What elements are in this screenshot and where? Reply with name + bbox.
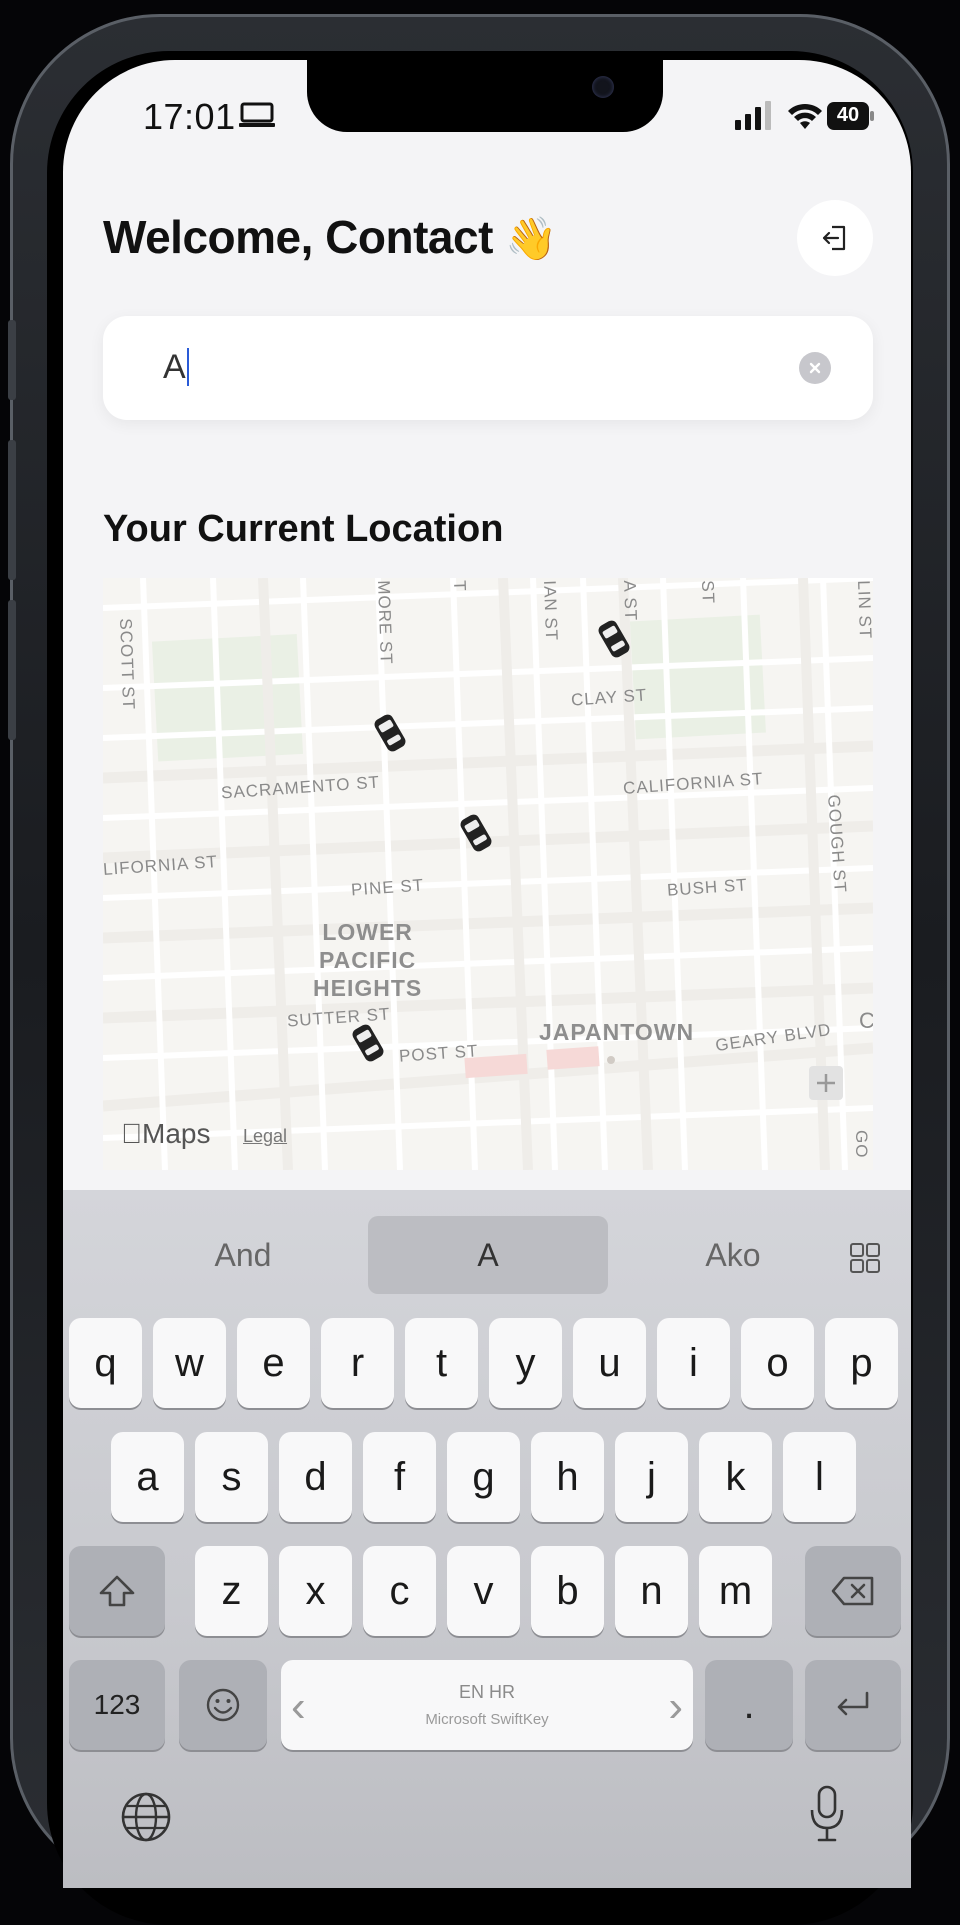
space-bar[interactable]: ‹ EN HR Microsoft SwiftKey › (281, 1660, 693, 1750)
location-map[interactable]: SCOTT ST MORE ST T IAN ST A ST ST LIN ST… (103, 578, 873, 1170)
street-label: A ST (620, 580, 641, 622)
key-h[interactable]: h (531, 1432, 604, 1522)
emoji-key[interactable] (179, 1660, 267, 1750)
key-e[interactable]: e (237, 1318, 310, 1408)
key-x[interactable]: x (279, 1546, 352, 1636)
key-t[interactable]: t (405, 1318, 478, 1408)
status-time: 17:01 (143, 96, 236, 137)
shift-key[interactable] (69, 1546, 165, 1636)
volume-down-button (8, 600, 16, 740)
globe-icon[interactable] (119, 1790, 173, 1844)
street-label: C (859, 1008, 873, 1033)
street-label: IAN ST (540, 580, 562, 642)
suggestion-right[interactable]: Ako (613, 1216, 853, 1294)
space-language: EN HR (458, 1682, 515, 1702)
suggestion-center[interactable]: A (368, 1216, 608, 1294)
key-g[interactable]: g (447, 1432, 520, 1522)
current-location-title: Your Current Location (103, 508, 504, 550)
microphone-icon[interactable] (807, 1784, 847, 1844)
key-d[interactable]: d (279, 1432, 352, 1522)
key-j[interactable]: j (615, 1432, 688, 1522)
shift-icon (99, 1575, 135, 1607)
key-y[interactable]: y (489, 1318, 562, 1408)
key-l[interactable]: l (783, 1432, 856, 1522)
key-f[interactable]: f (363, 1432, 436, 1522)
street-label: LIN ST (854, 580, 873, 640)
text-caret (186, 348, 189, 386)
key-k[interactable]: k (699, 1432, 772, 1522)
map-streets (103, 578, 873, 1170)
wifi-icon (788, 103, 822, 129)
street-label: T (450, 580, 470, 593)
key-b[interactable]: b (531, 1546, 604, 1636)
logout-icon (822, 225, 846, 251)
key-c[interactable]: c (363, 1546, 436, 1636)
space-brand: Microsoft SwiftKey (425, 1711, 549, 1728)
street-label: MORE ST (374, 580, 396, 666)
key-o[interactable]: o (741, 1318, 814, 1408)
app-screen: 17:01 40 Welcome, Contact 👋 A Your Curre… (63, 60, 911, 1888)
apple-maps-attribution: Maps (121, 1118, 210, 1149)
clear-search-button[interactable] (799, 352, 831, 384)
logout-button[interactable] (797, 200, 873, 276)
maps-legal-link[interactable]: Legal (243, 1126, 287, 1147)
keyboard: And A Ako q w e r t y u i o p a s d f g … (63, 1190, 911, 1888)
street-label: GO (852, 1130, 871, 1159)
key-a[interactable]: a (111, 1432, 184, 1522)
mute-switch (8, 320, 16, 400)
notch (307, 60, 663, 132)
signal-icon (735, 101, 771, 130)
front-camera (592, 76, 614, 98)
neighborhood-label: JAPANTOWN (539, 1019, 695, 1045)
welcome-text: Welcome, Contact (103, 211, 493, 263)
compass-icon[interactable] (807, 1046, 847, 1126)
emoji-icon (206, 1688, 240, 1722)
key-m[interactable]: m (699, 1546, 772, 1636)
welcome-heading: Welcome, Contact 👋 (103, 210, 557, 264)
key-q[interactable]: q (69, 1318, 142, 1408)
clear-icon (809, 362, 821, 374)
backspace-key[interactable] (805, 1546, 901, 1636)
apple-logo-icon:  (121, 1118, 142, 1149)
return-key[interactable] (805, 1660, 901, 1750)
battery-level: 40 (836, 104, 860, 126)
waving-hand-emoji: 👋 (505, 215, 557, 262)
cursor-right-icon: › (668, 1682, 683, 1731)
key-u[interactable]: u (573, 1318, 646, 1408)
key-s[interactable]: s (195, 1432, 268, 1522)
key-r[interactable]: r (321, 1318, 394, 1408)
backspace-icon (831, 1576, 874, 1606)
street-label: SCOTT ST (116, 618, 139, 711)
return-icon (837, 1691, 869, 1716)
key-p[interactable]: p (825, 1318, 898, 1408)
key-i[interactable]: i (657, 1318, 730, 1408)
numbers-key[interactable]: 123 (69, 1660, 165, 1750)
search-input[interactable]: A (103, 316, 873, 420)
volume-up-button (8, 440, 16, 580)
key-z[interactable]: z (195, 1546, 268, 1636)
street-label: ST (698, 580, 718, 605)
suggestion-left[interactable]: And (123, 1216, 363, 1294)
laptop-icon (239, 102, 275, 127)
grid-icon[interactable] (849, 1242, 881, 1274)
key-w[interactable]: w (153, 1318, 226, 1408)
period-key[interactable]: . (705, 1660, 793, 1750)
neighborhood-label: LOWER PACIFIC HEIGHTS (313, 919, 423, 1001)
key-v[interactable]: v (447, 1546, 520, 1636)
key-n[interactable]: n (615, 1546, 688, 1636)
cursor-left-icon: ‹ (291, 1682, 306, 1731)
search-input-value: A (163, 348, 189, 387)
